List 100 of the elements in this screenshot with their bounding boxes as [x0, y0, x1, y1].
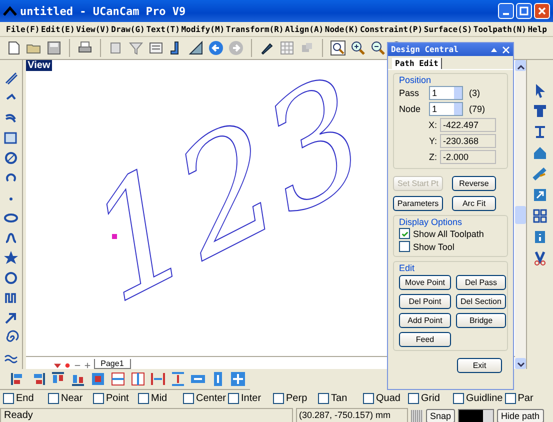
checkbox[interactable] — [399, 241, 410, 252]
snap-button[interactable]: Snap — [426, 408, 456, 422]
zoom-window-icon[interactable] — [330, 40, 346, 56]
menu-item[interactable]: Surface(S) — [424, 24, 472, 34]
space-horizontal-icon[interactable] — [150, 371, 166, 387]
option-label[interactable]: Show Tool — [413, 242, 454, 252]
checkbox[interactable] — [504, 393, 516, 404]
close-icon[interactable] — [502, 46, 510, 54]
rectangle-icon[interactable] — [2, 130, 19, 146]
snap-option-label[interactable]: Point — [106, 393, 129, 404]
checkbox[interactable] — [273, 393, 284, 404]
page-tab[interactable]: Page1 — [94, 359, 131, 369]
plus-icon[interactable] — [84, 362, 91, 369]
menu-item[interactable]: Modify(M) — [181, 24, 225, 34]
checkbox[interactable] — [93, 393, 104, 404]
arrow-left-icon[interactable] — [208, 40, 224, 56]
group-title: Position — [399, 75, 432, 85]
action-button[interactable]: Reverse — [452, 176, 496, 191]
checkbox[interactable] — [48, 393, 59, 404]
snap-option-label[interactable]: End — [16, 393, 34, 404]
menu-item[interactable]: Draw(G) — [111, 24, 145, 34]
grid-icon[interactable] — [532, 208, 548, 224]
checkbox[interactable] — [318, 393, 330, 404]
text-tool-icon[interactable] — [532, 103, 548, 119]
snap-option-label[interactable]: Quad — [376, 393, 400, 404]
center-horizontal-icon[interactable] — [110, 371, 126, 387]
menu-item[interactable]: Text(T) — [146, 24, 180, 34]
edit-button[interactable]: Del Point — [399, 294, 451, 309]
snap-option-label[interactable]: Center — [196, 393, 226, 404]
edit-button[interactable]: Move Point — [399, 275, 451, 290]
snap-option-label[interactable]: Near — [61, 393, 83, 404]
edit-button[interactable]: Bridge — [456, 313, 506, 328]
menu-item[interactable]: Help — [528, 24, 547, 34]
edit-button[interactable]: Del Pass — [456, 275, 506, 290]
zoom-in-icon[interactable] — [350, 40, 366, 56]
snap-option-label[interactable]: Grid — [421, 393, 440, 404]
edit-button[interactable]: Del Section — [456, 294, 506, 309]
star-icon[interactable] — [2, 250, 19, 266]
close-icon — [537, 6, 547, 16]
exit-button[interactable]: Exit — [457, 358, 502, 373]
checkbox[interactable] — [228, 393, 240, 404]
minimize-button[interactable] — [498, 3, 514, 19]
export-icon[interactable] — [532, 187, 548, 203]
circle-icon[interactable] — [2, 270, 19, 286]
chevron-down-icon — [516, 360, 526, 370]
menu-item[interactable]: View(V) — [76, 24, 110, 34]
close-button[interactable] — [534, 3, 550, 19]
edit-button[interactable]: Add Point — [399, 313, 451, 328]
field-label: Node — [399, 104, 422, 114]
collapse-icon[interactable] — [490, 46, 498, 54]
menu-item[interactable]: Transform(R) — [226, 24, 284, 34]
edit-button[interactable]: Feed — [399, 332, 451, 347]
menu-item[interactable]: File(F) — [6, 24, 40, 34]
field-label: Pass — [399, 88, 420, 98]
panel-tab[interactable]: Path Edit — [392, 58, 442, 69]
color-dropdown[interactable] — [458, 408, 494, 422]
snap-option-label[interactable]: Guidline — [466, 393, 503, 404]
circle-icon[interactable] — [2, 150, 19, 166]
menu-item[interactable]: Toolpath(N) — [473, 24, 526, 34]
coordinate-label: Z: — [429, 152, 437, 162]
snap-option-label[interactable]: Tan — [331, 393, 348, 404]
snap-option-label[interactable]: Inter — [241, 393, 262, 404]
action-button[interactable]: Parameters — [393, 196, 443, 211]
same-size-icon[interactable] — [230, 371, 246, 387]
arrow-icon[interactable] — [2, 310, 19, 326]
menu-item[interactable]: Constraint(P) — [360, 24, 423, 34]
checkbox[interactable] — [453, 393, 464, 404]
checkbox[interactable] — [408, 393, 420, 404]
checkbox[interactable] — [399, 228, 410, 239]
space-vertical-icon[interactable] — [170, 371, 186, 387]
group-title: Edit — [399, 263, 416, 273]
snap-option-label[interactable]: Mid — [151, 393, 168, 404]
funnel-icon[interactable] — [128, 40, 144, 56]
checkbox[interactable] — [183, 393, 194, 404]
scroll-down-button[interactable] — [515, 358, 526, 369]
spin-field[interactable]: 1 — [429, 102, 463, 116]
checkbox[interactable] — [363, 393, 374, 404]
center-box-icon[interactable] — [90, 371, 106, 387]
checkbox[interactable] — [3, 393, 14, 404]
snap-option-label[interactable]: Par — [518, 393, 534, 404]
minus-icon[interactable] — [74, 362, 81, 369]
zoom-out-icon[interactable] — [370, 40, 386, 56]
page-icon[interactable] — [6, 40, 22, 56]
menu-item[interactable]: Node(K) — [324, 24, 359, 34]
scrollbar-thumb[interactable] — [515, 206, 526, 224]
maximize-button[interactable] — [516, 3, 532, 19]
snap-option-label[interactable]: Perp — [286, 393, 308, 404]
menu-item[interactable]: Edit(E) — [41, 24, 75, 34]
status-text: Ready — [0, 408, 293, 422]
spin-field[interactable]: 1 — [429, 86, 463, 100]
center-vertical-icon[interactable] — [130, 371, 146, 387]
checkbox[interactable] — [138, 393, 149, 404]
action-button[interactable]: Arc Fit — [452, 196, 496, 211]
house-icon[interactable] — [532, 145, 548, 161]
menu-item[interactable]: Align(A) — [285, 24, 324, 34]
line-icon[interactable] — [2, 70, 19, 86]
option-label[interactable]: Show All Toolpath — [413, 228, 484, 238]
panel-icon[interactable] — [148, 40, 164, 56]
hide-path-button[interactable]: Hide path — [497, 408, 544, 422]
scroll-up-button[interactable] — [515, 60, 526, 71]
